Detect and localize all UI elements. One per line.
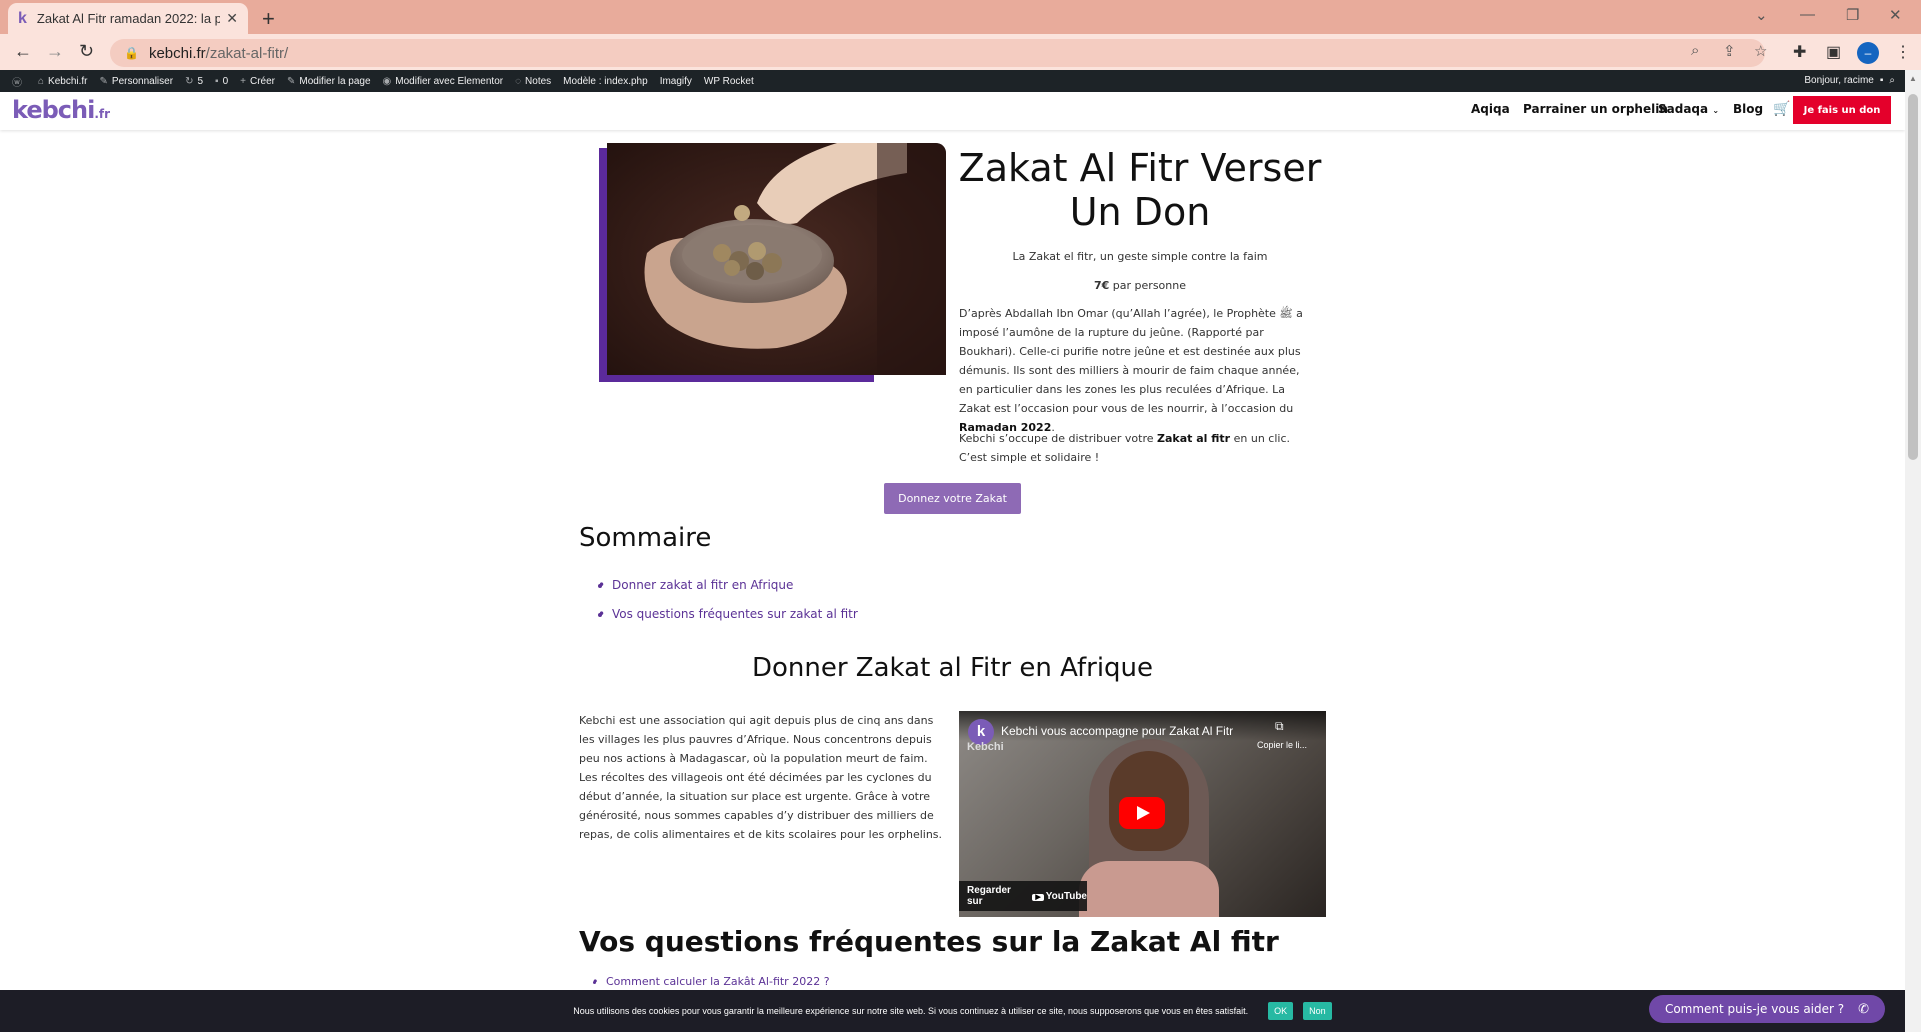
- summary-link-africa[interactable]: Donner zakat al fitr en Afrique: [598, 578, 793, 592]
- faq-title: Vos questions fréquentes sur la Zakat Al…: [579, 925, 1279, 958]
- hero-tagline: La Zakat el fitr, un geste simple contre…: [1012, 250, 1268, 263]
- close-tab-icon[interactable]: ✕: [226, 10, 238, 27]
- scrollbar-thumb[interactable]: [1908, 94, 1918, 460]
- adminbar-wp-rocket[interactable]: WP Rocket: [704, 76, 754, 87]
- hero-paragraph-2: Kebchi s’occupe de distribuer votre Zaka…: [959, 432, 1290, 464]
- channel-name: Kebchi: [967, 741, 1004, 753]
- adminbar-site[interactable]: ⌂ Kebchi.fr: [38, 76, 88, 87]
- whatsapp-icon: ✆: [1858, 1001, 1870, 1017]
- forward-icon[interactable]: →: [46, 41, 64, 62]
- lock-icon: 🔒: [124, 46, 139, 60]
- summary-title: Sommaire: [579, 523, 712, 553]
- profile-avatar[interactable]: –: [1857, 42, 1879, 64]
- adminbar-account[interactable]: Bonjour, racime ▪ ⌕: [1804, 75, 1895, 86]
- elementor-icon: ◉: [382, 75, 392, 87]
- play-button[interactable]: [1119, 797, 1165, 829]
- video-thumbnail-jacket: [1079, 861, 1219, 917]
- summary-link-faq[interactable]: Vos questions fréquentes sur zakat al fi…: [598, 607, 858, 621]
- wordpress-logo-icon[interactable]: ⓦ: [12, 74, 26, 89]
- browser-menu-icon[interactable]: ⋮: [1895, 42, 1911, 62]
- bookmark-star-icon[interactable]: ☆: [1754, 42, 1767, 60]
- copy-link-icon[interactable]: ⧉: [1275, 719, 1284, 734]
- minimize-icon[interactable]: —: [1800, 6, 1815, 23]
- nav-parrainer[interactable]: Parrainer un orphelin: [1523, 102, 1668, 116]
- pencil-icon: ✎: [286, 75, 296, 87]
- hero-image: [607, 143, 946, 375]
- page-scrollbar[interactable]: ▲: [1905, 70, 1921, 1032]
- update-icon: ↻: [185, 75, 194, 87]
- side-panel-icon[interactable]: ▣: [1826, 42, 1841, 62]
- back-icon[interactable]: ←: [14, 41, 32, 62]
- cookie-text: Nous utilisons des cookies pour vous gar…: [573, 1006, 1249, 1016]
- cookie-banner: Nous utilisons des cookies pour vous gar…: [0, 990, 1905, 1032]
- browser-tab-strip: k Zakat Al Fitr ramadan 2022: la pu ✕ + …: [0, 0, 1921, 34]
- extensions-icon[interactable]: ✚: [1793, 42, 1806, 62]
- africa-paragraph: Kebchi est une association qui agit depu…: [579, 714, 943, 841]
- url-path: /zakat-al-fitr/: [205, 44, 289, 62]
- give-zakat-button[interactable]: Donnez votre Zakat: [884, 483, 1021, 514]
- new-tab-button[interactable]: +: [262, 6, 275, 32]
- reload-icon[interactable]: ↻: [79, 41, 94, 62]
- site-header: kebchi.fr Aqiqa Parrainer un orphelin Sa…: [0, 92, 1905, 130]
- cart-icon[interactable]: 🛒: [1773, 100, 1790, 117]
- adminbar-new[interactable]: + Créer: [240, 76, 275, 87]
- zoom-icon[interactable]: ⌕: [1691, 42, 1699, 59]
- watch-on-youtube[interactable]: Regarder surYouTube: [959, 881, 1087, 911]
- favicon-icon: k: [18, 9, 27, 27]
- restore-icon[interactable]: ❐: [1846, 6, 1859, 24]
- wp-admin-bar: ⓦ ⌂ Kebchi.fr ✎ Personnaliser ↻ 5 ▪ 0 + Créer…: [0, 70, 1921, 92]
- brush-icon: ✎: [99, 75, 108, 87]
- youtube-video-embed[interactable]: k Kebchi Kebchi vous accompagne pour Zak…: [959, 711, 1326, 917]
- adminbar-edit-page[interactable]: ✎ Modifier la page: [287, 76, 371, 87]
- adminbar-customize[interactable]: ✎ Personnaliser: [100, 76, 174, 87]
- faq-item[interactable]: Comment calculer la Zakât Al-fitr 2022 ?: [592, 975, 830, 988]
- nav-aqiqa[interactable]: Aqiqa: [1471, 102, 1510, 116]
- adminbar-notes[interactable]: ◌ Notes: [515, 76, 551, 87]
- share-icon[interactable]: ⇪: [1723, 42, 1736, 60]
- notes-icon: ◌: [515, 75, 522, 87]
- copy-link-label[interactable]: Copier le li...: [1257, 740, 1307, 750]
- youtube-logo-icon: YouTube: [1032, 891, 1087, 902]
- address-bar[interactable]: 🔒 kebchi.fr/zakat-al-fitr/: [110, 39, 1765, 67]
- home-icon: ⌂: [38, 75, 45, 87]
- hero-paragraph-1: D’après Abdallah Ibn Omar (qu’Allah l’ag…: [959, 307, 1303, 434]
- cookie-ok-button[interactable]: OK: [1268, 1002, 1294, 1020]
- url-host: kebchi.fr: [148, 44, 206, 62]
- scroll-up-icon[interactable]: ▲: [1909, 74, 1917, 83]
- close-window-icon[interactable]: ✕: [1889, 6, 1902, 24]
- tab-title: Zakat Al Fitr ramadan 2022: la pu: [36, 11, 221, 26]
- adminbar-comments[interactable]: ▪ 0: [215, 76, 228, 87]
- cookie-no-button[interactable]: Non: [1303, 1002, 1332, 1020]
- price-line: 7€ par personne: [1094, 279, 1186, 292]
- whatsapp-help-button[interactable]: Comment puis-je vous aider ? ✆: [1649, 995, 1885, 1023]
- africa-section-title: Donner Zakat al Fitr en Afrique: [751, 653, 1154, 683]
- page-title: Zakat Al Fitr Verser Un Don: [958, 146, 1322, 234]
- avatar-icon: ▪: [1879, 75, 1884, 86]
- adminbar-updates[interactable]: ↻ 5: [185, 76, 203, 87]
- adminbar-elementor[interactable]: ◉ Modifier avec Elementor: [383, 76, 504, 87]
- nav-sadaqa[interactable]: Sadaqa ⌄: [1658, 102, 1719, 116]
- plus-icon: +: [240, 75, 246, 87]
- search-icon[interactable]: ⌕: [1889, 75, 1895, 86]
- browser-toolbar: ← → ↻ 🔒 kebchi.fr/zakat-al-fitr/ ⌕ ⇪ ☆: [0, 34, 1921, 70]
- browser-tab[interactable]: k Zakat Al Fitr ramadan 2022: la pu ✕: [8, 3, 248, 34]
- comment-icon: ▪: [215, 75, 219, 87]
- adminbar-template[interactable]: Modèle : index.php: [563, 76, 648, 87]
- adminbar-imagify[interactable]: Imagify: [660, 76, 692, 87]
- donate-button[interactable]: Je fais un don: [1793, 96, 1891, 124]
- video-title[interactable]: Kebchi vous accompagne pour Zakat Al Fit…: [1001, 724, 1233, 738]
- nav-blog[interactable]: Blog: [1733, 102, 1763, 116]
- chevron-down-icon: ⌄: [1712, 106, 1720, 115]
- tab-search-icon[interactable]: ⌄: [1755, 6, 1768, 24]
- site-logo[interactable]: kebchi.fr: [12, 96, 110, 124]
